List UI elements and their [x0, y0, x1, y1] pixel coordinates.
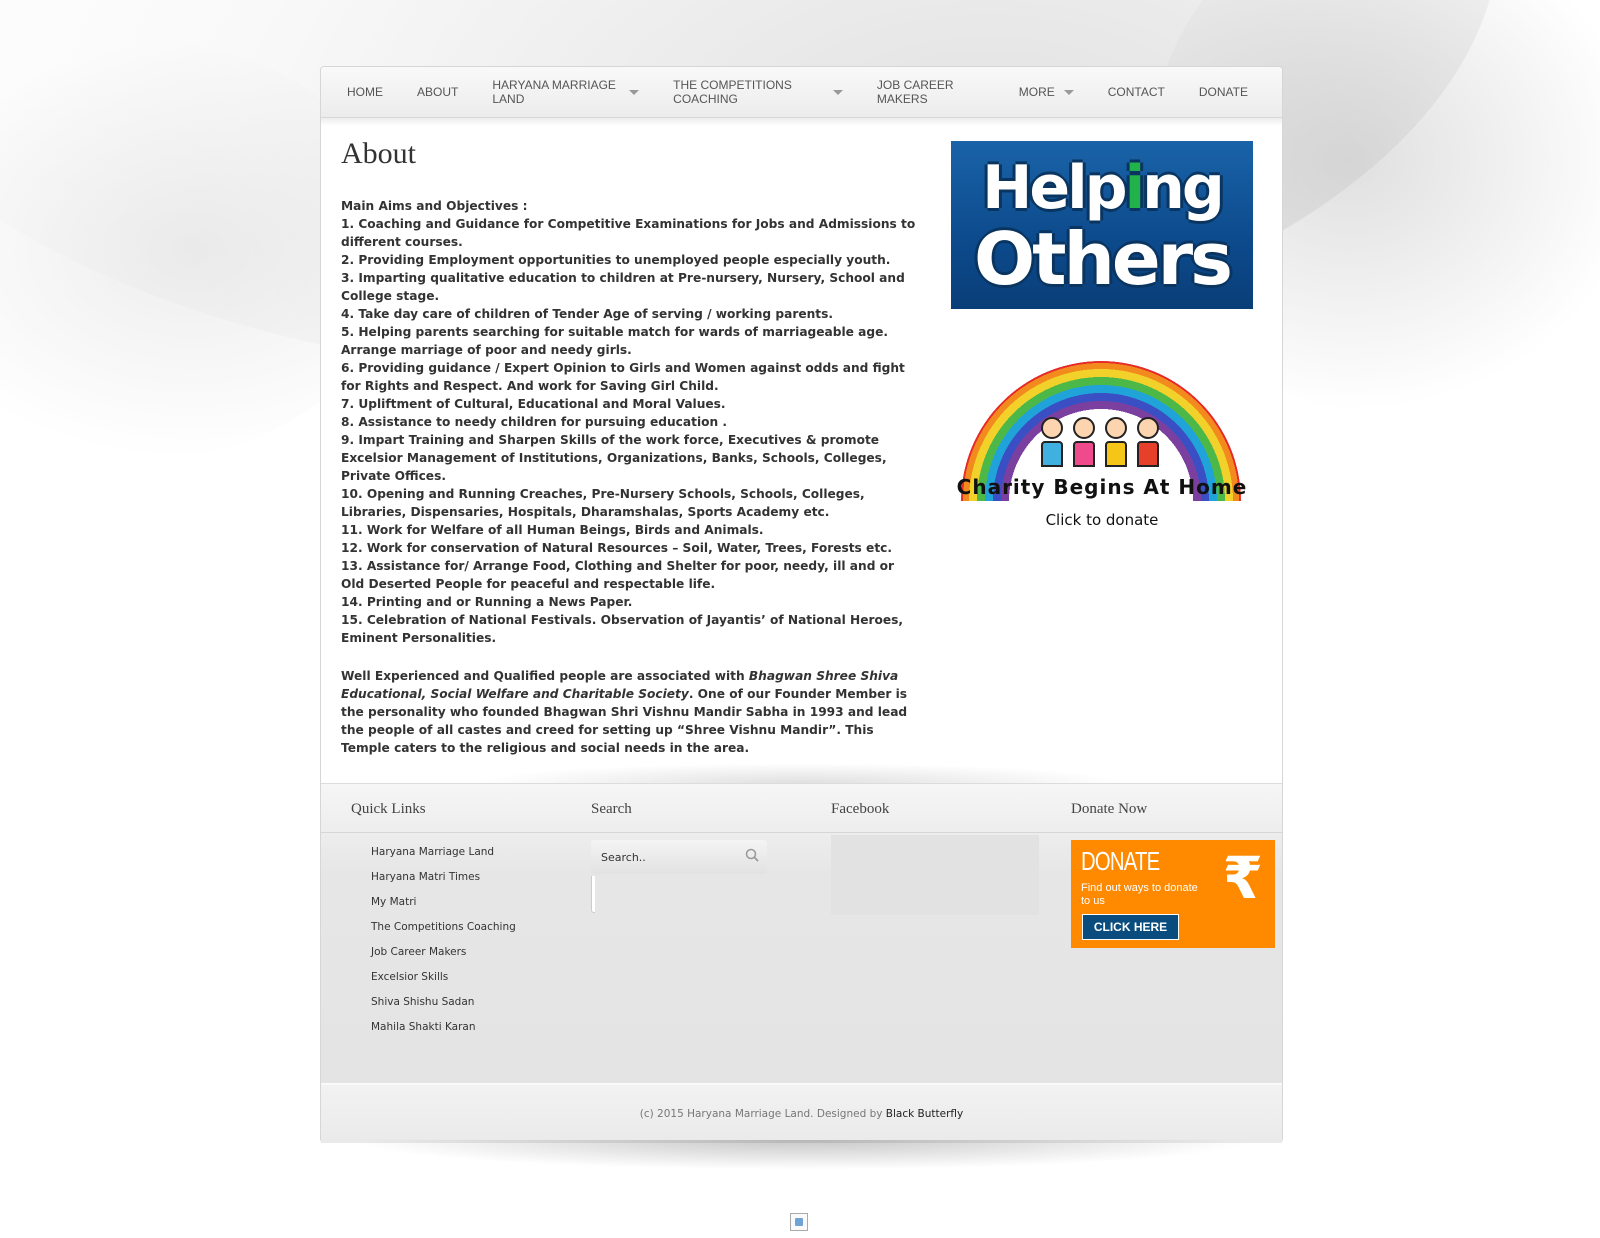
para2-start: Well Experienced and Qualified people ar…	[341, 669, 749, 683]
copyright-text: (c) 2015 Haryana Marriage Land. Designed…	[639, 1108, 886, 1120]
about-text: Main Aims and Objectives : 1. Coaching an…	[341, 197, 921, 757]
search-submit-button[interactable]	[591, 876, 595, 913]
helping-word: Helping	[951, 153, 1253, 223]
quick-link-item[interactable]: My Matri	[371, 890, 571, 915]
objective-item: 8. Assistance to needy children for purs…	[341, 415, 728, 429]
search-title: Search	[591, 801, 632, 817]
nav-item-donate[interactable]: DONATE	[1199, 85, 1248, 99]
chevron-down-icon	[832, 89, 843, 95]
donate-banner[interactable]: DONATE Find out ways to donate to us ₹ C…	[1071, 840, 1275, 948]
search-icon[interactable]	[745, 848, 759, 862]
sidebar: Helping Others Charity Begins At Home Cl…	[951, 141, 1253, 541]
objective-item: 3. Imparting qualitative education to ch…	[341, 271, 905, 303]
nav-item-more[interactable]: MORE	[1019, 85, 1074, 99]
footer-widgets: Quick Links Haryana Marriage Land Haryana…	[321, 783, 1282, 1084]
objective-item: 1. Coaching and Guidance for Competitive…	[341, 217, 916, 249]
nav-item-label: THE COMPETITIONS COACHING	[673, 78, 792, 106]
objective-item: 5. Helping parents searching for suitabl…	[341, 325, 889, 339]
quick-link-item[interactable]: Shiva Shishu Sadan	[371, 990, 571, 1015]
nav-item-label: HOME	[347, 85, 383, 99]
quick-links-widget: Quick Links Haryana Marriage Land Haryana…	[351, 784, 571, 1040]
donate-heading: DONATE	[1081, 846, 1160, 876]
quick-links-title: Quick Links	[351, 801, 426, 817]
copyright-bar: (c) 2015 Haryana Marriage Land. Designed…	[321, 1083, 1282, 1143]
nav-item-label: CONTACT	[1107, 85, 1165, 99]
objective-item: 6. Providing guidance / Expert Opinion t…	[341, 361, 905, 393]
nav-item-contact[interactable]: CONTACT	[1108, 85, 1165, 99]
donate-widget: Donate Now DONATE Find out ways to donat…	[1071, 784, 1281, 948]
broken-image-icon	[790, 1213, 808, 1231]
quick-link-item[interactable]: Excelsior Skills	[371, 965, 571, 990]
nav-item-home[interactable]: HOME	[347, 85, 383, 99]
objective-item: 7. Upliftment of Cultural, Educational a…	[341, 397, 726, 411]
objectives-list: Main Aims and Objectives : 1. Coaching an…	[341, 197, 921, 647]
objective-item: 15. Celebration of National Festivals. O…	[341, 613, 904, 645]
nav-item-label: MORE	[1018, 85, 1055, 99]
quick-links-list: Haryana Marriage Land Haryana Matri Times…	[371, 840, 571, 1040]
nav-item-haryana-marriage-land[interactable]: HARYANA MARRIAGE LAND	[492, 78, 640, 106]
facebook-title: Facebook	[831, 801, 890, 817]
objective-item: Main Aims and Objectives :	[341, 199, 528, 213]
nav-item-label: DONATE	[1198, 85, 1248, 99]
charity-donate-banner[interactable]: Charity Begins At Home Click to donate	[951, 361, 1253, 541]
objective-item: Arrange marriage of poor and needy girls…	[341, 343, 632, 357]
search-box	[591, 840, 767, 874]
others-word: Others	[973, 217, 1233, 301]
objective-item: 13. Assistance for/ Arrange Food, Clothi…	[341, 559, 895, 591]
main-nav: HOME ABOUT HARYANA MARRIAGE LAND THE COMPET…	[321, 67, 1282, 118]
chevron-down-icon	[1063, 89, 1074, 95]
click-to-donate[interactable]: Click to donate	[951, 511, 1253, 529]
facebook-widget: Facebook	[831, 784, 1051, 915]
nav-item-about[interactable]: ABOUT	[417, 85, 458, 99]
donate-subtext: Find out ways to donate to us	[1081, 882, 1198, 907]
objective-item: 4. Take day care of children of Tender A…	[341, 307, 833, 321]
objective-item: 14. Printing and or Running a News Paper…	[341, 595, 633, 609]
quick-link-item[interactable]: Haryana Matri Times	[371, 865, 571, 890]
search-input[interactable]	[591, 840, 731, 874]
main-content: About Main Aims and Objectives : 1. Coach…	[341, 137, 921, 757]
kids-icon	[1041, 417, 1161, 473]
footer-shadow	[471, 763, 1131, 783]
objective-item: 11. Work for Welfare of all Human Beings…	[341, 523, 764, 537]
facebook-embed[interactable]	[831, 835, 1039, 915]
helping-others-image: Helping Others	[951, 141, 1253, 309]
quick-link-item[interactable]: Haryana Marriage Land	[371, 840, 571, 865]
designer-link[interactable]: Black Butterfly	[886, 1108, 963, 1120]
page-shadow	[350, 1140, 1255, 1170]
charity-text: Charity Begins At Home	[956, 475, 1248, 499]
quick-link-item[interactable]: Job Career Makers	[371, 940, 571, 965]
page-title: About	[341, 137, 416, 170]
objective-item: 2. Providing Employment opportunities to…	[341, 253, 891, 267]
quick-link-item[interactable]: Mahila Shakti Karan	[371, 1015, 571, 1040]
donate-title: Donate Now	[1071, 801, 1148, 817]
helping-pre: Help	[982, 153, 1127, 223]
nav-item-label: JOB CAREER MAKERS	[876, 78, 954, 106]
nav-item-label: HARYANA MARRIAGE LAND	[492, 78, 616, 106]
nav-item-the-competitions-coaching[interactable]: THE COMPETITIONS COACHING	[673, 78, 843, 106]
rupee-icon: ₹	[1222, 844, 1263, 912]
search-widget: Search	[591, 784, 811, 913]
objective-item: 10. Opening and Running Creaches, Pre-Nu…	[341, 487, 865, 519]
nav-shadow	[321, 118, 1282, 126]
helping-i: i	[1124, 153, 1146, 223]
nav-item-job-career-makers[interactable]: JOB CAREER MAKERS	[877, 78, 985, 106]
objective-item: 9. Impart Training and Sharpen Skills of…	[341, 433, 887, 483]
helping-post: ng	[1142, 153, 1225, 223]
nav-item-label: ABOUT	[417, 85, 459, 99]
click-here-button[interactable]: CLICK HERE	[1082, 914, 1179, 940]
page-container: HOME ABOUT HARYANA MARRIAGE LAND THE COMPET…	[320, 66, 1283, 1143]
society-paragraph: Well Experienced and Qualified people ar…	[341, 667, 921, 757]
quick-link-item[interactable]: The Competitions Coaching	[371, 915, 571, 940]
objective-item: 12. Work for conservation of Natural Res…	[341, 541, 892, 555]
chevron-down-icon	[629, 89, 640, 95]
